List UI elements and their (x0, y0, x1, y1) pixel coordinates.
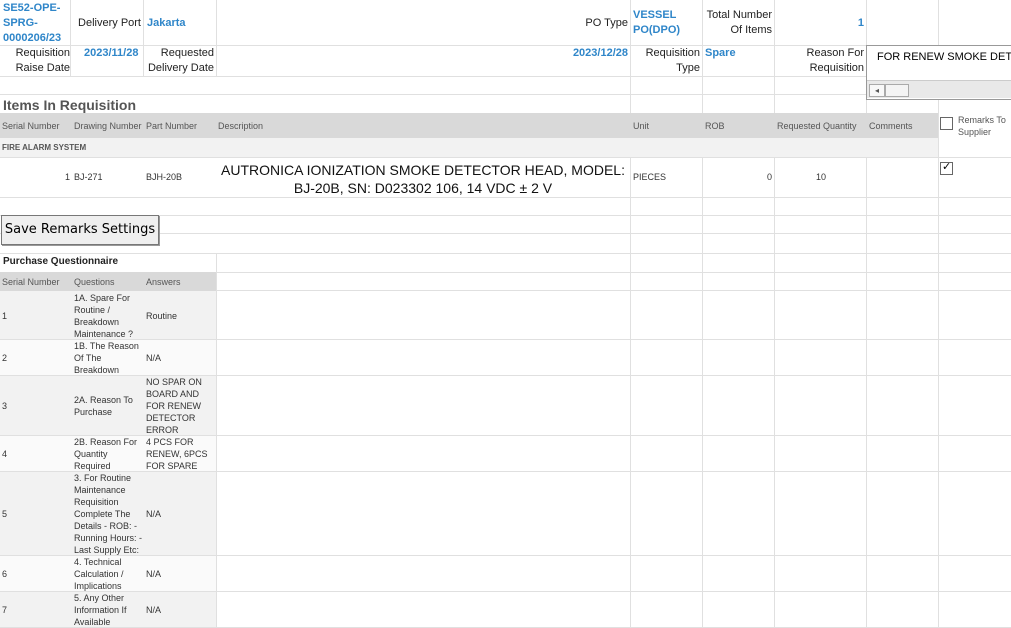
q-question: 4. Technical Calculation / Implications (74, 557, 124, 591)
item-serial: 1 (64, 172, 70, 182)
q-serial: 6 (2, 569, 8, 579)
q-question: 1A. Spare For Routine / Breakdown Mainte… (74, 293, 134, 339)
requisition-type-value: Spare (705, 47, 736, 59)
raise-date-label: Requisition Raise Date (15, 47, 70, 74)
requisition-type-label: Requisition Type (645, 47, 700, 74)
scroll-thumb[interactable] (885, 84, 909, 97)
raise-date-value: 2023/11/28 (84, 47, 139, 59)
scroll-left-icon[interactable]: ◂ (869, 84, 885, 97)
col-description: Description (218, 121, 264, 131)
q-col-questions: Questions (74, 277, 115, 287)
remarks-to-supplier-checkbox[interactable] (940, 160, 953, 175)
requested-date-label: Requested Delivery Date (147, 47, 214, 74)
save-remarks-settings-button[interactable]: Save Remarks Settings (1, 215, 159, 245)
po-type-value: VESSEL PO(DPO) (633, 9, 681, 36)
group-row (0, 138, 938, 157)
q-serial: 3 (2, 401, 8, 411)
reason-horizontal-scrollbar[interactable]: ◂ (867, 80, 1011, 98)
questionnaire-title: Purchase Questionnaire (3, 256, 119, 267)
col-comments: Comments (869, 121, 913, 131)
col-part-number: Part Number (146, 121, 198, 131)
requested-date-value: 2023/12/28 (572, 47, 628, 59)
col-unit: Unit (633, 121, 650, 131)
q-answer: NO SPAR ON BOARD AND FOR RENEW DETECTOR … (146, 377, 202, 435)
delivery-port-label: Delivery Port (78, 17, 141, 29)
col-remarks-to-supplier: Remarks To Supplier (958, 115, 1006, 137)
q-question: 3. For Routine Maintenance Requisition C… (74, 473, 143, 555)
po-type-label: PO Type (585, 17, 628, 29)
q-answer: N/A (146, 353, 162, 363)
requisition-number[interactable]: SE52-OPE-SPRG-0000206/23 (3, 1, 67, 46)
item-drawing-number: BJ-271 (74, 172, 103, 182)
col-serial-number: Serial Number (2, 121, 60, 131)
q-col-serial: Serial Number (2, 277, 60, 287)
total-items-label: Total Number Of Items (706, 9, 772, 36)
q-serial: 4 (2, 449, 8, 459)
item-description: AUTRONICA IONIZATION SMOKE DETECTOR HEAD… (221, 162, 625, 196)
item-part-number: BJH-20B (146, 172, 183, 182)
items-section-title: Items In Requisition (3, 97, 137, 113)
select-all-checkbox[interactable] (940, 117, 953, 130)
reason-text[interactable]: FOR RENEW SMOKE DETECTOR (877, 51, 1011, 63)
reason-textbox[interactable]: FOR RENEW SMOKE DETECTOR ◂ (866, 45, 1011, 100)
q-question: 5. Any Other Information If Available (74, 593, 127, 627)
group-label: FIRE ALARM SYSTEM (2, 143, 87, 152)
col-rob: ROB (705, 121, 725, 131)
q-serial: 7 (2, 605, 8, 615)
q-answer: N/A (146, 605, 162, 615)
item-quantity: 10 (816, 172, 827, 182)
item-unit: PIECES (633, 172, 667, 182)
reason-label: Reason For Requisition (806, 47, 864, 74)
q-serial: 1 (2, 311, 8, 321)
item-rob: 0 (766, 172, 772, 182)
q-answer: Routine (146, 311, 178, 321)
q-serial: 5 (2, 509, 8, 519)
total-items-value: 1 (857, 17, 864, 29)
q-question: 2A. Reason To Purchase (74, 395, 133, 417)
delivery-port-value: Jakarta (147, 17, 186, 29)
q-answer: 4 PCS FOR RENEW, 6PCS FOR SPARE (146, 437, 208, 471)
col-drawing-number: Drawing Number (74, 121, 142, 131)
q-question: 1B. The Reason Of The Breakdown (74, 341, 139, 375)
table-row: 1 BJ-271 BJH-20B AUTRONICA IONIZATION SM… (0, 159, 1011, 196)
q-col-answers: Answers (146, 277, 181, 287)
q-question: 2B. Reason For Quantity Required (74, 437, 138, 471)
q-answer: N/A (146, 509, 162, 519)
col-requested-quantity: Requested Quantity (777, 121, 857, 131)
q-answer: N/A (146, 569, 162, 579)
q-serial: 2 (2, 353, 8, 363)
